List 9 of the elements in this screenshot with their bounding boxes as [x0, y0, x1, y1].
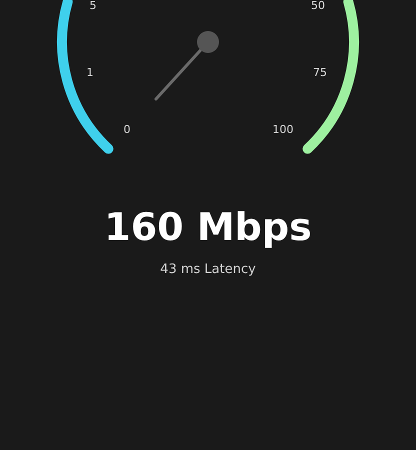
scale-label: 50: [311, 0, 325, 12]
scale-label: 75: [313, 66, 327, 79]
scale-label: 5: [90, 0, 96, 12]
scale-label: 1: [86, 66, 94, 79]
scale-label: 100: [272, 123, 294, 136]
latency-text: 43 ms Latency: [160, 262, 256, 277]
speed-value: 160 Mbps: [104, 204, 312, 250]
gauge-needle: [154, 31, 219, 100]
scale-label: 0: [124, 123, 130, 136]
